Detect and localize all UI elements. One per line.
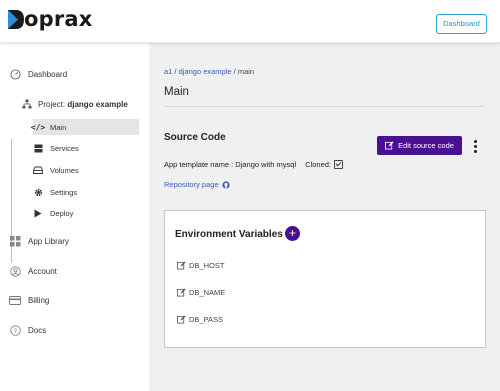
cloned-checkbox-icon xyxy=(334,160,344,169)
edit-icon xyxy=(177,261,186,270)
sidebar-item-services[interactable]: Services xyxy=(33,140,139,156)
breadcrumb-link-project[interactable]: django example xyxy=(179,67,232,76)
grid-icon xyxy=(9,235,21,247)
gear-icon xyxy=(33,187,43,197)
edit-source-code-button[interactable]: Edit source code xyxy=(377,136,462,155)
page-title: Main xyxy=(164,86,189,98)
env-var-item[interactable]: DB_PASS xyxy=(177,315,223,324)
sidebar: Dashboard Project: django example </> Ma… xyxy=(0,43,149,391)
server-icon xyxy=(33,143,43,153)
sidebar-item-volumes[interactable]: Volumes xyxy=(33,162,139,178)
env-var-item[interactable]: DB_HOST xyxy=(177,261,224,270)
environment-variables-title: Environment Variables xyxy=(175,229,283,240)
sidebar-item-project[interactable]: Project: django example xyxy=(21,98,128,110)
repository-page-label: Repository page xyxy=(164,180,219,189)
gauge-icon xyxy=(9,68,21,80)
main-content: a1 / django example / main Main Source C… xyxy=(149,43,500,391)
cloned-label: Cloned: xyxy=(305,160,332,169)
hdd-icon xyxy=(33,165,43,175)
env-var-name: DB_NAME xyxy=(189,288,226,297)
play-icon xyxy=(33,208,43,218)
logo-text: oprax xyxy=(24,7,93,31)
card-icon xyxy=(9,294,21,306)
sidebar-item-docs[interactable]: ? Docs xyxy=(9,324,46,336)
logo-mark-icon xyxy=(8,10,24,29)
environment-variables-card: Environment Variables + DB_HOST DB_NAME … xyxy=(164,210,486,348)
sidebar-item-deploy[interactable]: Deploy xyxy=(33,205,139,221)
sidebar-item-label: Dashboard xyxy=(28,69,68,79)
sidebar-item-dashboard[interactable]: Dashboard xyxy=(9,68,67,80)
edit-source-code-label: Edit source code xyxy=(398,141,454,150)
project-prefix: Project: xyxy=(38,99,66,109)
sidebar-item-billing[interactable]: Billing xyxy=(9,294,49,306)
help-circle-icon: ? xyxy=(9,324,21,336)
add-variable-button[interactable]: + xyxy=(285,226,300,241)
sidebar-item-label: Billing xyxy=(28,295,50,305)
env-var-item[interactable]: DB_NAME xyxy=(177,288,225,297)
sidebar-item-label: Docs xyxy=(28,325,47,335)
source-code-title: Source Code xyxy=(164,132,226,143)
divider xyxy=(164,106,485,107)
user-circle-icon xyxy=(9,265,21,277)
breadcrumb: a1 / django example / main xyxy=(164,67,254,76)
template-name-text: App template name : Django with mysql xyxy=(164,160,297,169)
more-options-icon[interactable] xyxy=(472,140,478,154)
sidebar-item-label: Main xyxy=(50,122,67,132)
sidebar-item-app-library[interactable]: App Library xyxy=(9,235,69,247)
sitemap-icon xyxy=(21,98,33,110)
env-var-name: DB_HOST xyxy=(189,261,225,270)
sidebar-item-label: Deploy xyxy=(50,208,74,218)
breadcrumb-current: main xyxy=(237,67,255,76)
sidebar-item-account[interactable]: Account xyxy=(9,265,57,277)
edit-icon xyxy=(385,141,394,150)
sidebar-item-label: Services xyxy=(50,143,79,153)
sidebar-item-label: Volumes xyxy=(50,165,79,175)
logo[interactable]: oprax xyxy=(7,9,93,30)
github-icon xyxy=(222,180,230,189)
sidebar-item-label: App Library xyxy=(28,236,69,246)
edit-icon xyxy=(177,288,186,297)
env-var-name: DB_PASS xyxy=(189,315,224,324)
sidebar-item-main[interactable]: </> Main xyxy=(30,119,139,135)
sidebar-item-label: Settings xyxy=(50,187,78,197)
repository-page-link[interactable]: Repository page xyxy=(164,180,230,189)
top-bar: oprax Dashboard xyxy=(0,0,500,43)
project-name: django example xyxy=(67,99,128,109)
code-icon: </> xyxy=(30,122,46,132)
sidebar-item-settings[interactable]: Settings xyxy=(33,184,139,200)
svg-text:?: ? xyxy=(13,326,16,334)
edit-icon xyxy=(177,315,186,324)
dashboard-button[interactable]: Dashboard xyxy=(436,14,487,34)
sidebar-item-label: Account xyxy=(28,266,57,276)
template-info: App template name : Django with mysql Cl… xyxy=(164,160,344,169)
